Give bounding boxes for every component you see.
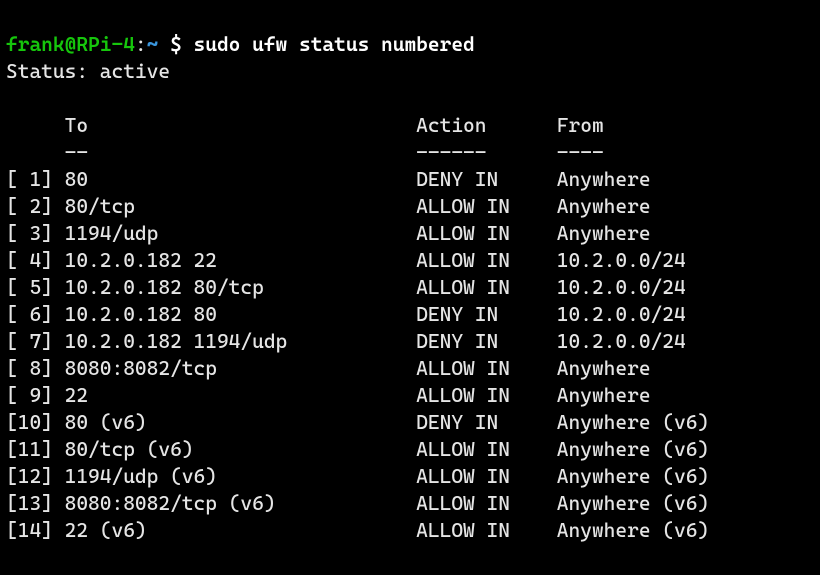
table-row: [10] 80 (v6) DENY IN Anywhere (v6) <box>6 410 709 434</box>
prompt-host: frank@RPi-4 <box>6 32 135 56</box>
table-row: [13] 8080:8082/tcp (v6) ALLOW IN Anywher… <box>6 491 709 515</box>
table-row: [ 1] 80 DENY IN Anywhere <box>6 167 651 191</box>
table-row: [ 4] 10.2.0.182 22 ALLOW IN 10.2.0.0/24 <box>6 248 686 272</box>
prompt-colon: : <box>135 32 147 56</box>
table-row: [ 8] 8080:8082/tcp ALLOW IN Anywhere <box>6 356 651 380</box>
prompt-line[interactable]: frank@RPi-4:~ $ sudo ufw status numbered <box>6 32 475 56</box>
table-row: [ 5] 10.2.0.182 80/tcp ALLOW IN 10.2.0.0… <box>6 275 686 299</box>
prompt-path: ~ <box>147 32 159 56</box>
table-row: [ 3] 1194/udp ALLOW IN Anywhere <box>6 221 651 245</box>
table-row: [ 9] 22 ALLOW IN Anywhere <box>6 383 651 407</box>
status-line: Status: active <box>6 59 170 83</box>
command-input[interactable]: sudo ufw status numbered <box>194 32 475 56</box>
table-divider: -- ------ ---- <box>6 140 604 164</box>
terminal-output: frank@RPi-4:~ $ sudo ufw status numbered… <box>0 0 820 548</box>
table-row: [ 7] 10.2.0.182 1194/udp DENY IN 10.2.0.… <box>6 329 686 353</box>
table-row: [12] 1194/udp (v6) ALLOW IN Anywhere (v6… <box>6 464 709 488</box>
table-row: [14] 22 (v6) ALLOW IN Anywhere (v6) <box>6 518 709 542</box>
prompt-dollar: $ <box>158 32 193 56</box>
table-row: [ 2] 80/tcp ALLOW IN Anywhere <box>6 194 651 218</box>
rules-table: To Action From -- ------ ---- [ 1] 80 DE… <box>6 113 709 542</box>
table-header: To Action From <box>6 113 604 137</box>
table-row: [ 6] 10.2.0.182 80 DENY IN 10.2.0.0/24 <box>6 302 686 326</box>
table-row: [11] 80/tcp (v6) ALLOW IN Anywhere (v6) <box>6 437 709 461</box>
status-value: active <box>100 59 170 83</box>
status-label: Status: <box>6 59 100 83</box>
